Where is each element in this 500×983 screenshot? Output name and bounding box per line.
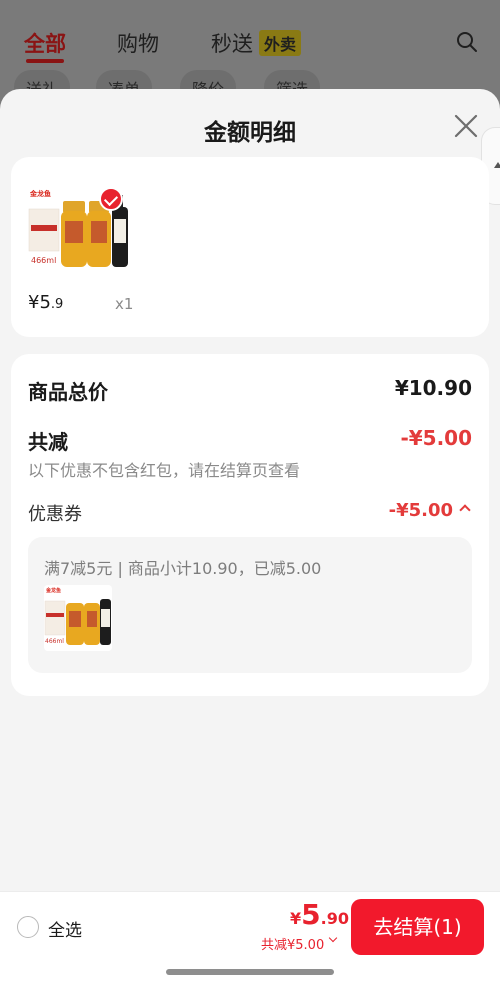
product-price-dec: .9: [50, 297, 64, 312]
caret-up-icon: [494, 162, 500, 168]
chevron-down-icon[interactable]: [328, 933, 338, 943]
coupon-detail-box: 满7减5元 | 商品小计10.90，已减5.00 金龙鱼 466ml: [28, 537, 472, 673]
checkout-bar: 全选 ¥5.90 共减¥5.00 去结算(1): [0, 891, 500, 983]
discount-note: 以下优惠不包含红包，请在结算页查看: [28, 461, 301, 480]
checkout-button[interactable]: 去结算(1): [351, 899, 484, 955]
close-icon[interactable]: [451, 111, 481, 141]
amount-detail-sheet: 金额明细 金龙鱼 466ml ¥5.9 x1 商品总价 ¥10.90 共减 -¥…: [0, 89, 500, 983]
coupon-product-thumbnail: 金龙鱼 466ml: [44, 585, 112, 651]
product-price: ¥5.9: [28, 292, 63, 313]
sheet-title: 金额明细: [204, 120, 296, 146]
tab-instant-delivery[interactable]: 秒送: [211, 28, 253, 58]
total-payable: ¥5.90: [290, 898, 349, 931]
total-price-value: ¥10.90: [394, 376, 472, 400]
total-price-label: 商品总价: [28, 380, 108, 404]
tab-all[interactable]: 全部: [24, 28, 66, 58]
select-all-checkbox[interactable]: [17, 916, 39, 938]
home-indicator: [166, 969, 334, 975]
chevron-up-icon[interactable]: [459, 504, 471, 516]
total-payable-dec: .90: [320, 909, 349, 928]
selected-check-icon[interactable]: [99, 187, 123, 211]
background-header: 全部 购物 秒送 外卖 送礼 凑单 降价 筛选: [0, 0, 500, 104]
select-all-label[interactable]: 全选: [48, 916, 82, 941]
total-payable-currency: ¥: [290, 909, 302, 928]
takeout-badge: 外卖: [259, 30, 302, 56]
total-payable-int: 5: [301, 898, 321, 931]
discount-label: 共减: [28, 430, 68, 454]
price-summary-card: 商品总价 ¥10.90 共减 -¥5.00 以下优惠不包含红包，请在结算页查看 …: [11, 354, 489, 696]
product-card: 金龙鱼 466ml ¥5.9 x1: [11, 157, 489, 337]
svg-text:金龙鱼: 金龙鱼: [45, 587, 61, 594]
tab-shopping[interactable]: 购物: [117, 28, 159, 58]
product-price-int: ¥5: [28, 292, 51, 313]
search-icon[interactable]: [455, 30, 479, 54]
total-discount-link[interactable]: 共减¥5.00: [261, 934, 324, 953]
coupon-value[interactable]: -¥5.00: [389, 500, 453, 521]
svg-text:466ml: 466ml: [45, 638, 64, 645]
coupon-label: 优惠券: [28, 504, 82, 525]
tab-all-underline: [26, 59, 64, 63]
svg-text:金龙鱼: 金龙鱼: [29, 189, 51, 198]
svg-text:466ml: 466ml: [31, 256, 56, 265]
discount-value: -¥5.00: [400, 426, 472, 450]
coupon-description: 满7减5元 | 商品小计10.90，已减5.00: [44, 559, 322, 578]
product-quantity: x1: [115, 295, 134, 313]
